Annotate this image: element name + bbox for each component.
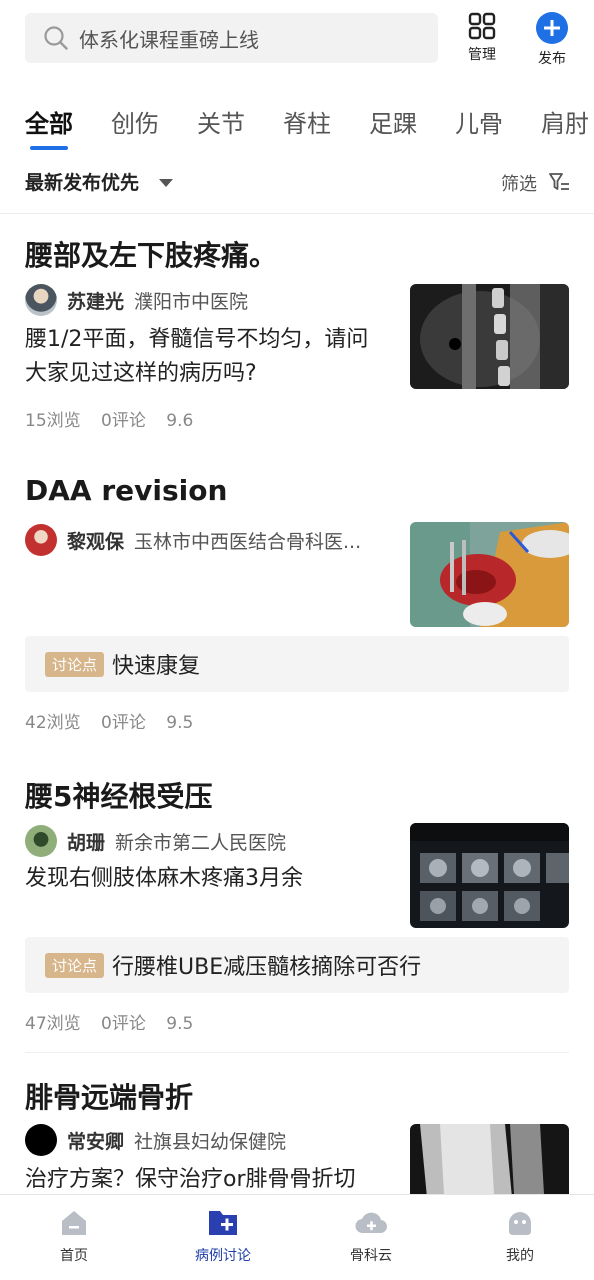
- post-title: 腰5神经根受压: [25, 780, 213, 813]
- author-hospital: 社旗县妇幼保健院: [134, 1130, 287, 1153]
- tab-spine[interactable]: 脊柱: [283, 104, 331, 139]
- category-tabs: 全部 创伤 关节 脊柱 足踝 儿骨 肩肘: [0, 104, 594, 154]
- cloud-icon: [355, 1212, 388, 1234]
- author-name[interactable]: 苏建光: [67, 287, 124, 314]
- author-hospital: 玉林市中西医结合骨科医...: [134, 530, 362, 553]
- comments-count: 0评论: [101, 1014, 146, 1034]
- post-title: 腰部及左下肢疼痛。: [25, 239, 278, 272]
- author-hospital: 濮阳市中医院: [134, 290, 249, 313]
- avatar[interactable]: [25, 284, 57, 316]
- post-card[interactable]: DAA revision 黎观保 玉林市中西医结合骨科医... 讨论点 快速康复…: [0, 474, 594, 754]
- divider: [25, 1052, 569, 1053]
- post-body: 发现右侧肢体麻木疼痛3月余: [25, 866, 303, 891]
- post-card[interactable]: 腓骨远端骨折 常安卿 社旗县妇幼保健院 治疗方案？保守治疗or腓骨骨折切: [0, 1076, 594, 1194]
- nav-profile[interactable]: 我的: [460, 1207, 580, 1265]
- tab-shoulder-elbow[interactable]: 肩肘: [541, 104, 589, 139]
- topic-text: 快速康复: [112, 654, 201, 679]
- sort-row: 最新发布优先 筛选: [0, 166, 594, 200]
- search-placeholder: 体系化课程重磅上线: [79, 27, 259, 52]
- post-title: DAA revision: [25, 474, 228, 507]
- avatar[interactable]: [25, 1124, 57, 1156]
- discussion-point[interactable]: 讨论点 快速康复: [25, 636, 569, 692]
- manage-label: 管理: [468, 47, 496, 63]
- comments-count: 0评论: [101, 713, 146, 733]
- publish-button[interactable]: 发布: [522, 12, 582, 68]
- author-row: 胡珊 新余市第二人民医院: [25, 825, 286, 857]
- author-row: 常安卿 社旗县妇幼保健院: [25, 1124, 286, 1156]
- comments-count: 0评论: [101, 411, 146, 431]
- tab-all[interactable]: 全部: [25, 104, 73, 139]
- plus-icon: [536, 12, 568, 44]
- nav-label: 我的: [506, 1248, 534, 1264]
- nav-home[interactable]: 首页: [14, 1207, 134, 1265]
- post-body: 治疗方案？保守治疗or腓骨骨折切: [25, 1167, 356, 1192]
- ct-scan-thumbnail[interactable]: [410, 823, 569, 928]
- case-discussion-icon: [209, 1211, 237, 1235]
- topic-text: 行腰椎UBE减压髓核摘除可否行: [112, 955, 422, 980]
- views-count: 15浏览: [25, 411, 81, 431]
- post-stats: 15浏览 0评论 9.6: [25, 406, 208, 431]
- author-name[interactable]: 黎观保: [67, 527, 124, 554]
- nav-case-discussion[interactable]: 病例讨论: [163, 1207, 283, 1265]
- score: 9.5: [166, 713, 194, 733]
- post-card[interactable]: 腰5神经根受压 胡珊 新余市第二人民医院 发现右侧肢体麻木疼痛3月余 讨论点 行…: [0, 775, 594, 1055]
- home-icon: [62, 1211, 86, 1235]
- views-count: 42浏览: [25, 713, 81, 733]
- profile-icon: [509, 1212, 531, 1235]
- search-icon: [44, 26, 68, 50]
- author-name[interactable]: 胡珊: [67, 828, 105, 855]
- nav-label: 病例讨论: [195, 1248, 251, 1264]
- active-tab-indicator: [30, 146, 68, 150]
- discussion-point[interactable]: 讨论点 行腰椎UBE减压髓核摘除可否行: [25, 937, 569, 993]
- post-body: 腰1/2平面，脊髓信号不均匀，请问大家见过这样的病历吗?: [25, 327, 369, 386]
- author-row: 黎观保 玉林市中西医结合骨科医...: [25, 524, 361, 556]
- nav-label: 首页: [60, 1248, 88, 1264]
- manage-button[interactable]: 管理: [452, 12, 512, 68]
- tab-joint[interactable]: 关节: [197, 104, 245, 139]
- post-card[interactable]: 腰部及左下肢疼痛。 苏建光 濮阳市中医院 腰1/2平面，脊髓信号不均匀，请问大家…: [0, 234, 594, 449]
- avatar[interactable]: [25, 524, 57, 556]
- post-title: 腓骨远端骨折: [25, 1081, 194, 1114]
- tab-pediatric[interactable]: 儿骨: [455, 104, 503, 139]
- filter-icon[interactable]: [548, 171, 570, 193]
- nav-ortho-cloud[interactable]: 骨科云: [311, 1207, 431, 1265]
- filter-button[interactable]: 筛选: [501, 170, 537, 196]
- publish-label: 发布: [538, 51, 566, 67]
- topic-tag: 讨论点: [45, 651, 105, 677]
- grid-icon: [468, 12, 496, 40]
- bottom-navigation: 首页 病例讨论 骨科云 我的: [0, 1194, 594, 1280]
- author-name[interactable]: 常安卿: [67, 1127, 124, 1154]
- score: 9.5: [166, 1014, 194, 1034]
- tab-trauma[interactable]: 创伤: [111, 104, 159, 139]
- xray-thumbnail[interactable]: [410, 1124, 569, 1194]
- topic-tag: 讨论点: [45, 952, 105, 978]
- top-bar: 体系化课程重磅上线 管理 发布: [0, 0, 594, 80]
- tab-foot-ankle[interactable]: 足踝: [369, 104, 417, 139]
- post-stats: 47浏览 0评论 9.5: [25, 1009, 208, 1034]
- author-hospital: 新余市第二人民医院: [115, 831, 287, 854]
- avatar[interactable]: [25, 825, 57, 857]
- sort-dropdown[interactable]: 最新发布优先: [25, 168, 139, 195]
- nav-label: 骨科云: [350, 1248, 392, 1264]
- author-row: 苏建光 濮阳市中医院: [25, 284, 248, 316]
- score: 9.6: [166, 411, 194, 431]
- views-count: 47浏览: [25, 1014, 81, 1034]
- post-stats: 42浏览 0评论 9.5: [25, 708, 208, 733]
- divider: [0, 213, 594, 214]
- caret-down-icon[interactable]: [159, 179, 173, 187]
- mri-thumbnail[interactable]: [410, 284, 569, 389]
- search-bar[interactable]: 体系化课程重磅上线: [25, 13, 438, 63]
- surgery-thumbnail[interactable]: [410, 522, 569, 627]
